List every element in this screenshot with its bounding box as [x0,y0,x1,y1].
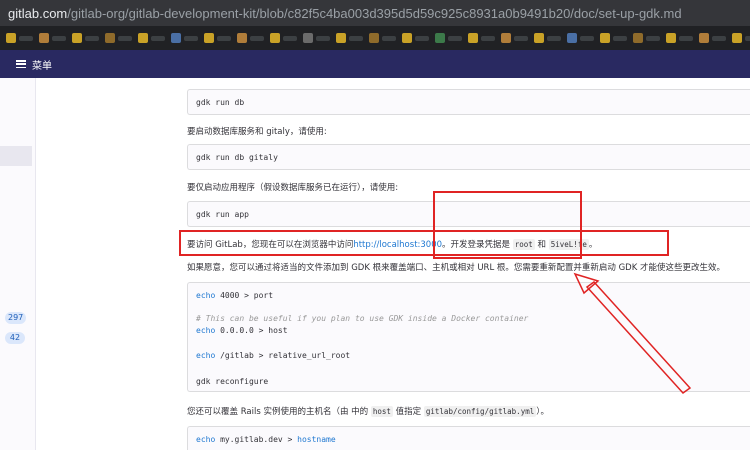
url-domain: gitlab.com [8,5,68,21]
bookmark-item[interactable] [72,33,99,43]
bookmark-item[interactable] [468,33,495,43]
hamburger-menu-icon[interactable] [16,60,26,68]
code-line: echo my.gitlab.dev > hostname [196,435,336,444]
code-line: echo /gitlab > relative_url_root [196,351,351,360]
code-block: echo my.gitlab.dev > hostname [187,426,750,450]
localhost-link[interactable]: http://localhost:3000 [353,240,442,250]
bookmark-item[interactable] [270,33,297,43]
bookmark-item[interactable] [39,33,66,43]
code-block: echo 4000 > port # This can be useful if… [187,282,750,392]
bookmark-item[interactable] [666,33,693,43]
bookmark-item[interactable] [369,33,396,43]
bookmark-item[interactable] [138,33,165,43]
address-bar[interactable]: gitlab.com/gitlab-org/gitlab-development… [0,0,750,26]
code-line: gdk run app [196,210,249,219]
bookmark-item[interactable] [336,33,363,43]
bookmark-item[interactable] [600,33,627,43]
inline-code-password: 5iveL!fe [548,239,589,250]
bookmark-item[interactable] [6,33,33,43]
bookmark-item[interactable] [204,33,231,43]
menu-label[interactable]: 菜单 [32,57,52,72]
bookmark-item[interactable] [402,33,429,43]
sidebar-active-item[interactable] [0,146,32,166]
code-comment: # This can be useful if you plan to use … [196,314,529,323]
bookmarks-bar [0,26,750,50]
paragraph: 要仅启动应用程序（假设数据库服务已在运行），请使用: [187,183,399,193]
paragraph: 如果愿意，您可以通过将适当的文件添加到 GDK 根来覆盖端口、主机或相对 URL… [187,263,725,273]
paragraph: 您还可以覆盖 Rails 实例使用的主机名（由 中的 host 值指定 gitl… [187,406,550,417]
code-block: gdk run app [187,201,750,227]
bookmark-item[interactable] [105,33,132,43]
code-block: gdk run db gitaly [187,144,750,170]
bookmark-item[interactable] [534,33,561,43]
top-navigation: 菜单 [0,50,750,78]
code-line: gdk reconfigure [196,377,269,386]
paragraph-text: 要访问 GitLab，您现在可以在浏览器中访问 [187,240,354,250]
bookmark-item[interactable] [501,33,528,43]
sidebar-count-badge: 42 [5,332,25,344]
code-line: gdk run db gitaly [196,153,278,162]
bookmark-item[interactable] [237,33,264,43]
bookmark-item[interactable] [303,33,330,43]
bookmark-item[interactable] [732,33,750,43]
paragraph-text: 。 [588,240,598,250]
bookmark-item[interactable] [633,33,660,43]
bookmark-item[interactable] [699,33,726,43]
code-line: echo 4000 > port [196,291,274,300]
left-sidebar: 297 42 [0,78,36,450]
bookmark-item[interactable] [435,33,462,43]
inline-code-config-path: gitlab/config/gitlab.yml [423,406,537,417]
login-credentials-paragraph: 要访问 GitLab，您现在可以在浏览器中访问http://localhost:… [187,238,597,250]
code-line: gdk run db [196,98,245,107]
paragraph-text: 。开发登录凭据是 [442,240,511,250]
paragraph-text: 和 [537,240,547,250]
paragraph: 要启动数据库服务和 gitaly，请使用: [187,127,327,137]
inline-code-host: host [370,406,393,417]
sidebar-count-badge: 297 [5,312,27,324]
bookmark-item[interactable] [567,33,594,43]
inline-code-username: root [512,239,535,250]
bookmark-item[interactable] [171,33,198,43]
url-path: /gitlab-org/gitlab-development-kit/blob/… [67,5,682,21]
code-line: echo 0.0.0.0 > host [196,326,288,335]
code-block: gdk run db [187,89,750,115]
